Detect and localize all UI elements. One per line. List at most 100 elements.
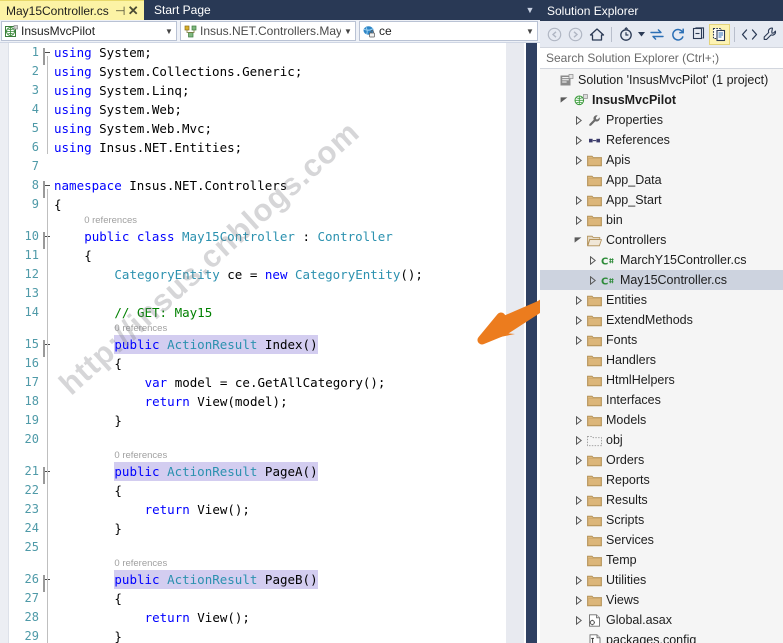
sync-with-active-document-icon[interactable] — [646, 24, 667, 45]
fold-collapse-icon[interactable] — [43, 231, 54, 249]
tree-item[interactable]: References — [540, 130, 783, 150]
chevron-right-icon[interactable] — [572, 335, 585, 345]
chevron-right-icon[interactable] — [572, 415, 585, 425]
chevron-right-icon[interactable] — [572, 315, 585, 325]
chevron-right-icon[interactable] — [572, 295, 585, 305]
tree-item[interactable]: Scripts — [540, 510, 783, 530]
pin-tab-icon[interactable]: ⊣ — [114, 5, 127, 17]
code-line[interactable]: 20 — [9, 430, 506, 449]
tree-item[interactable]: packages.config — [540, 630, 783, 643]
chevron-right-icon[interactable] — [572, 115, 585, 125]
chevron-right-icon[interactable] — [572, 215, 585, 225]
tree-item[interactable]: Controllers — [540, 230, 783, 250]
code-line[interactable]: 26 public ActionResult PageB() — [9, 570, 506, 592]
tree-item[interactable]: C MarchY15Controller.cs — [540, 250, 783, 270]
code-line[interactable]: 18 return View(model); — [9, 392, 506, 411]
chevron-down-icon[interactable] — [572, 236, 585, 244]
chevron-right-icon[interactable] — [572, 455, 585, 465]
tree-item[interactable]: App_Start — [540, 190, 783, 210]
code-line[interactable]: 27 { — [9, 589, 506, 608]
code-line[interactable]: 9{ — [9, 195, 506, 214]
chevron-right-icon[interactable] — [586, 255, 599, 265]
code-lens-references[interactable]: 0 references — [9, 557, 506, 570]
tree-item[interactable]: Global.asax — [540, 610, 783, 630]
properties-icon[interactable] — [760, 24, 781, 45]
code-line[interactable]: 19} — [9, 411, 506, 430]
tree-item[interactable]: HtmlHelpers — [540, 370, 783, 390]
tree-item[interactable]: ExtendMethods — [540, 310, 783, 330]
code-line[interactable]: 21 public ActionResult PageA() — [9, 462, 506, 484]
code-line[interactable]: 25 — [9, 538, 506, 557]
code-line[interactable]: 2 using System.Collections.Generic; — [9, 62, 506, 81]
chevron-right-icon[interactable] — [572, 595, 585, 605]
tree-item[interactable]: InsusMvcPilot — [540, 90, 783, 110]
tree-item[interactable]: Services — [540, 530, 783, 550]
fold-collapse-icon[interactable] — [43, 574, 54, 592]
project-dropdown[interactable]: InsusMvcPilot ▼ — [1, 21, 177, 41]
tree-item[interactable]: Solution 'InsusMvcPilot' (1 project) — [540, 70, 783, 90]
show-all-files-icon[interactable] — [709, 23, 730, 45]
code-surface[interactable]: 1 using System; 2 using System.Collections.… — [9, 43, 506, 643]
solution-tree[interactable]: Solution 'InsusMvcPilot' (1 project) Insu… — [540, 70, 783, 643]
code-line[interactable]: 11 { — [9, 246, 506, 265]
tree-item[interactable]: bin — [540, 210, 783, 230]
code-lens-references[interactable]: 0 references — [9, 322, 506, 335]
code-line[interactable]: 12 CategoryEntity ce = new CategoryEntity… — [9, 265, 506, 284]
tree-item[interactable]: obj — [540, 430, 783, 450]
chevron-right-icon[interactable] — [572, 195, 585, 205]
chevron-right-icon[interactable] — [572, 615, 585, 625]
forward-icon[interactable] — [565, 24, 586, 45]
chevron-right-icon[interactable] — [572, 575, 585, 585]
chevron-right-icon[interactable] — [572, 155, 585, 165]
tree-item[interactable]: Reports — [540, 470, 783, 490]
chevron-right-icon[interactable] — [572, 495, 585, 505]
code-line[interactable]: 17 var model = ce.GetAllCategory(); — [9, 373, 506, 392]
chevron-right-icon[interactable] — [572, 135, 585, 145]
code-line[interactable]: 28 return View(); — [9, 608, 506, 627]
fold-collapse-icon[interactable] — [43, 466, 54, 484]
code-editor[interactable]: 1 using System; 2 using System.Collections.… — [0, 43, 540, 643]
code-line[interactable]: 4 using System.Web; — [9, 100, 506, 119]
collapse-all-icon[interactable] — [688, 24, 709, 45]
close-icon[interactable]: ✕ — [127, 4, 140, 17]
search-solution-explorer-input[interactable]: Search Solution Explorer (Ctrl+;) — [540, 47, 783, 69]
code-line[interactable]: 13 — [9, 284, 506, 303]
chevron-down-icon[interactable]: ▼ — [341, 27, 355, 36]
tab-start-page[interactable]: Start Page — [144, 0, 221, 20]
tree-item[interactable]: Utilities — [540, 570, 783, 590]
fold-collapse-icon[interactable] — [43, 47, 54, 65]
chevron-right-icon[interactable] — [586, 275, 599, 285]
tree-item[interactable]: Views — [540, 590, 783, 610]
chevron-down-icon[interactable]: ▼ — [524, 4, 536, 16]
code-line[interactable]: 3 using System.Linq; — [9, 81, 506, 100]
chevron-down-icon[interactable]: ▼ — [523, 27, 537, 36]
tree-item[interactable]: Interfaces — [540, 390, 783, 410]
chevron-right-icon[interactable] — [572, 515, 585, 525]
code-line[interactable]: 5 using System.Web.Mvc; — [9, 119, 506, 138]
pane-splitter[interactable] — [524, 43, 540, 643]
code-line[interactable]: 15 public ActionResult Index() — [9, 335, 506, 357]
tree-item[interactable]: Properties — [540, 110, 783, 130]
code-line[interactable]: 6 using Insus.NET.Entities; — [9, 138, 506, 157]
code-line[interactable]: 16 { — [9, 354, 506, 373]
tree-item[interactable]: Temp — [540, 550, 783, 570]
code-lens-references[interactable]: 0 references — [9, 214, 506, 227]
code-line[interactable]: 24} — [9, 519, 506, 538]
tree-item[interactable]: Entities — [540, 290, 783, 310]
editor-vertical-scrollbar[interactable]: ▲ — [506, 43, 524, 643]
tree-item[interactable]: Results — [540, 490, 783, 510]
chevron-down-icon[interactable]: ▼ — [162, 27, 176, 36]
view-code-icon[interactable] — [739, 24, 760, 45]
fold-collapse-icon[interactable] — [43, 180, 54, 198]
code-line[interactable]: 29} — [9, 627, 506, 643]
code-line[interactable]: 14 // GET: May15 — [9, 303, 506, 322]
code-line[interactable]: 10 public class May15Controller : Control… — [9, 227, 506, 249]
dropdown-caret-icon[interactable] — [637, 24, 646, 45]
tree-item[interactable]: Orders — [540, 450, 783, 470]
tree-item[interactable]: Models — [540, 410, 783, 430]
code-lens-references[interactable]: 0 references — [9, 449, 506, 462]
tab-may15controller[interactable]: May15Controller.cs ⊣ ✕ — [0, 0, 144, 20]
tree-item[interactable]: Fonts — [540, 330, 783, 350]
code-line[interactable]: 22 { — [9, 481, 506, 500]
pending-changes-icon[interactable] — [616, 24, 637, 45]
